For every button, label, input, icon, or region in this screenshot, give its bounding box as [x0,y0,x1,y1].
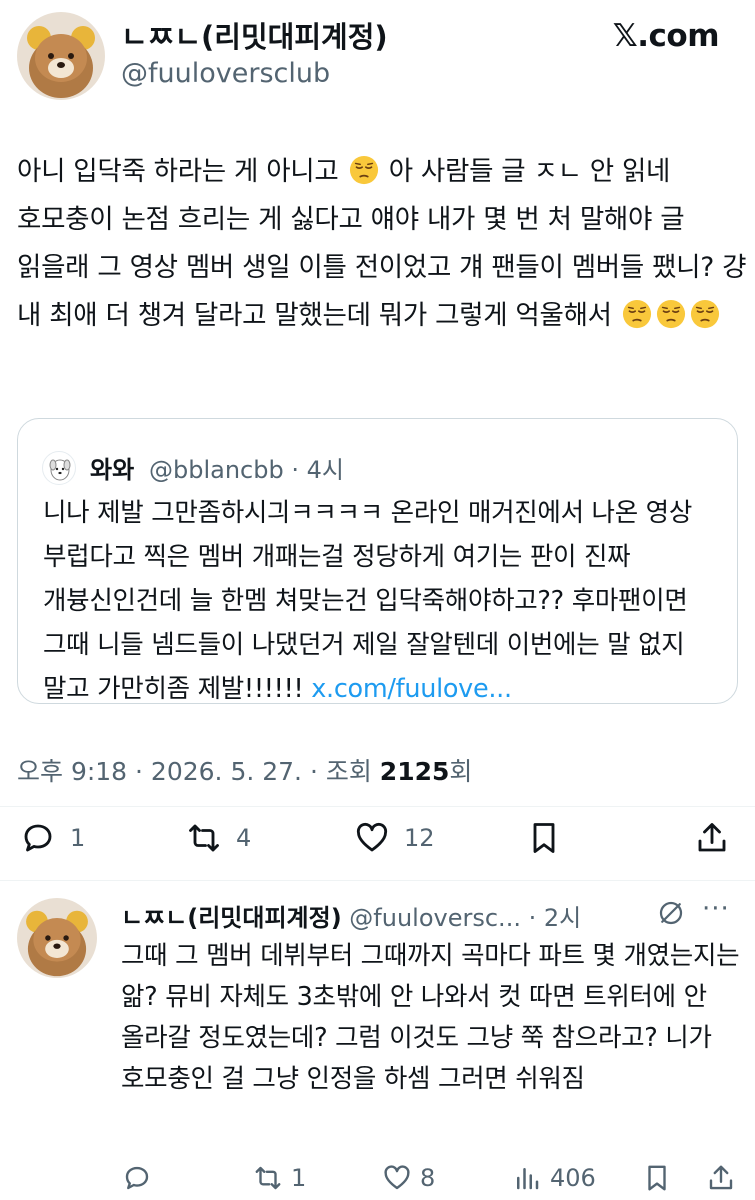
share-button[interactable] [694,814,730,862]
reply-button[interactable]: 1 [20,814,85,862]
bookmark-icon [533,823,555,853]
profile-header: ㄴㅉㄴ(리밋대피계정) @fuuloversclub 𝕏.com [0,0,755,120]
quoted-avatar[interactable] [42,451,76,485]
reply-action-bar: 1 8 406 [0,1158,755,1198]
pensive-face-emoji-icon [656,299,685,329]
tweet-text-part1: 아니 입닥죽 하라는 게 아니고 [17,156,339,187]
pensive-face-emoji-icon [690,299,719,329]
bear-plush-avatar-icon [17,898,97,978]
reply-count: 1 [70,824,86,852]
repost-icon [255,1166,281,1190]
reply-bookmark-button[interactable] [642,1158,672,1198]
reply-icon [125,1166,149,1190]
reply-repost-button[interactable]: 1 [253,1158,306,1198]
reply-handle-time: @fuuloversc... · 2시 [341,904,582,932]
view-count: 2125 [379,757,450,786]
like-button[interactable]: 12 [354,814,435,862]
quoted-handle-time: @bblancbb · 4시 [149,456,344,484]
x-logo-brand: 𝕏.com [612,18,720,54]
repost-icon [189,824,219,852]
bookmark-button[interactable] [526,814,562,862]
reply-avatar[interactable] [17,898,97,978]
quoted-display-name[interactable]: 와와 [90,450,134,485]
pensive-face-emoji-icon [622,299,651,329]
reply-text: 그때 그 멤버 데뷔부터 그때까지 곡마다 파트 몇 개였는지는 앎? 뮤비 자… [121,941,740,1094]
reply-like-count: 8 [420,1164,436,1192]
reply-views-button[interactable]: 406 [512,1158,596,1198]
bear-plush-avatar-icon [17,12,105,100]
bookmark-icon [648,1165,666,1191]
quoted-tweet-text: 니나 제발 그만좀하시긔ㅋㅋㅋㅋ 온라인 매거진에서 나온 영상 부럽다고 찍은… [43,491,733,711]
tweet-action-bar: 1 4 12 [0,814,755,862]
reply-icon [24,824,52,852]
reply-tweet[interactable]: ㄴㅉㄴ(리밋대피계정) @fuuloversc... · 2시 ··· 그때 그… [0,880,755,1200]
pensive-face-emoji-icon [349,155,378,185]
like-count: 12 [404,824,435,852]
reply-display-name[interactable]: ㄴㅉㄴ(리밋대피계정) [121,904,342,932]
quoted-tweet-card[interactable]: 와와 @bblancbb · 4시 니나 제발 그만좀하시긔ㅋㅋㅋㅋ 온라인 매… [17,418,738,704]
reply-reply-button[interactable] [122,1158,152,1198]
tweet-timestamp[interactable]: 오후 9:18 · 2026. 5. 27. · 조회 [17,757,380,786]
heart-icon [356,822,388,852]
user-handle[interactable]: @fuuloversclub [121,58,330,89]
repost-count: 4 [236,824,252,852]
avatar[interactable] [17,12,105,100]
dog-avatar-icon [49,459,71,481]
reply-view-count: 406 [550,1164,596,1192]
views-chart-icon [517,1168,539,1190]
tweet-meta: 오후 9:18 · 2026. 5. 27. · 조회 2125회 [17,752,472,788]
grok-icon[interactable] [656,898,686,928]
reply-like-button[interactable]: 8 [382,1158,435,1198]
heart-icon [384,1165,410,1190]
reply-share-button[interactable] [706,1158,736,1198]
reply-header: ㄴㅉㄴ(리밋대피계정) @fuuloversc... · 2시 [121,898,581,933]
share-icon [698,823,726,852]
divider [0,806,755,807]
tweet-text: 아니 입닥죽 하라는 게 아니고 아 사람들 글 ㅈㄴ 안 읽네 호모충이 논점… [17,148,747,340]
more-options-icon[interactable]: ··· [702,894,730,924]
display-name[interactable]: ㄴㅉㄴ(리밋대피계정) [121,14,388,56]
quoted-link[interactable]: x.com/fuulove... [311,674,512,704]
share-icon [709,1165,733,1190]
view-suffix: 회 [449,757,473,786]
reply-repost-count: 1 [291,1164,307,1192]
repost-button[interactable]: 4 [186,814,251,862]
